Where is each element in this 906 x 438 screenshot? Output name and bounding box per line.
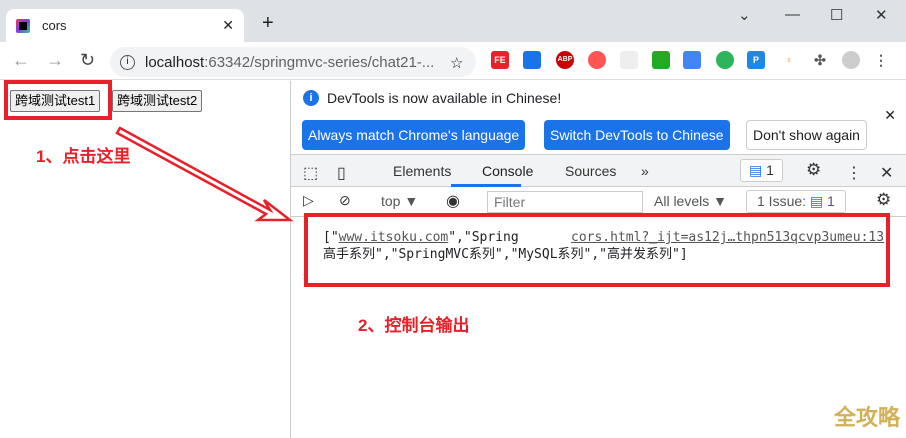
annotation-step1: 1、点击这里 — [36, 147, 131, 166]
watermark: 全攻略 — [833, 405, 900, 430]
annotation-step2: 2、控制台输出 — [358, 316, 470, 335]
annotation-arrow — [115, 126, 294, 222]
